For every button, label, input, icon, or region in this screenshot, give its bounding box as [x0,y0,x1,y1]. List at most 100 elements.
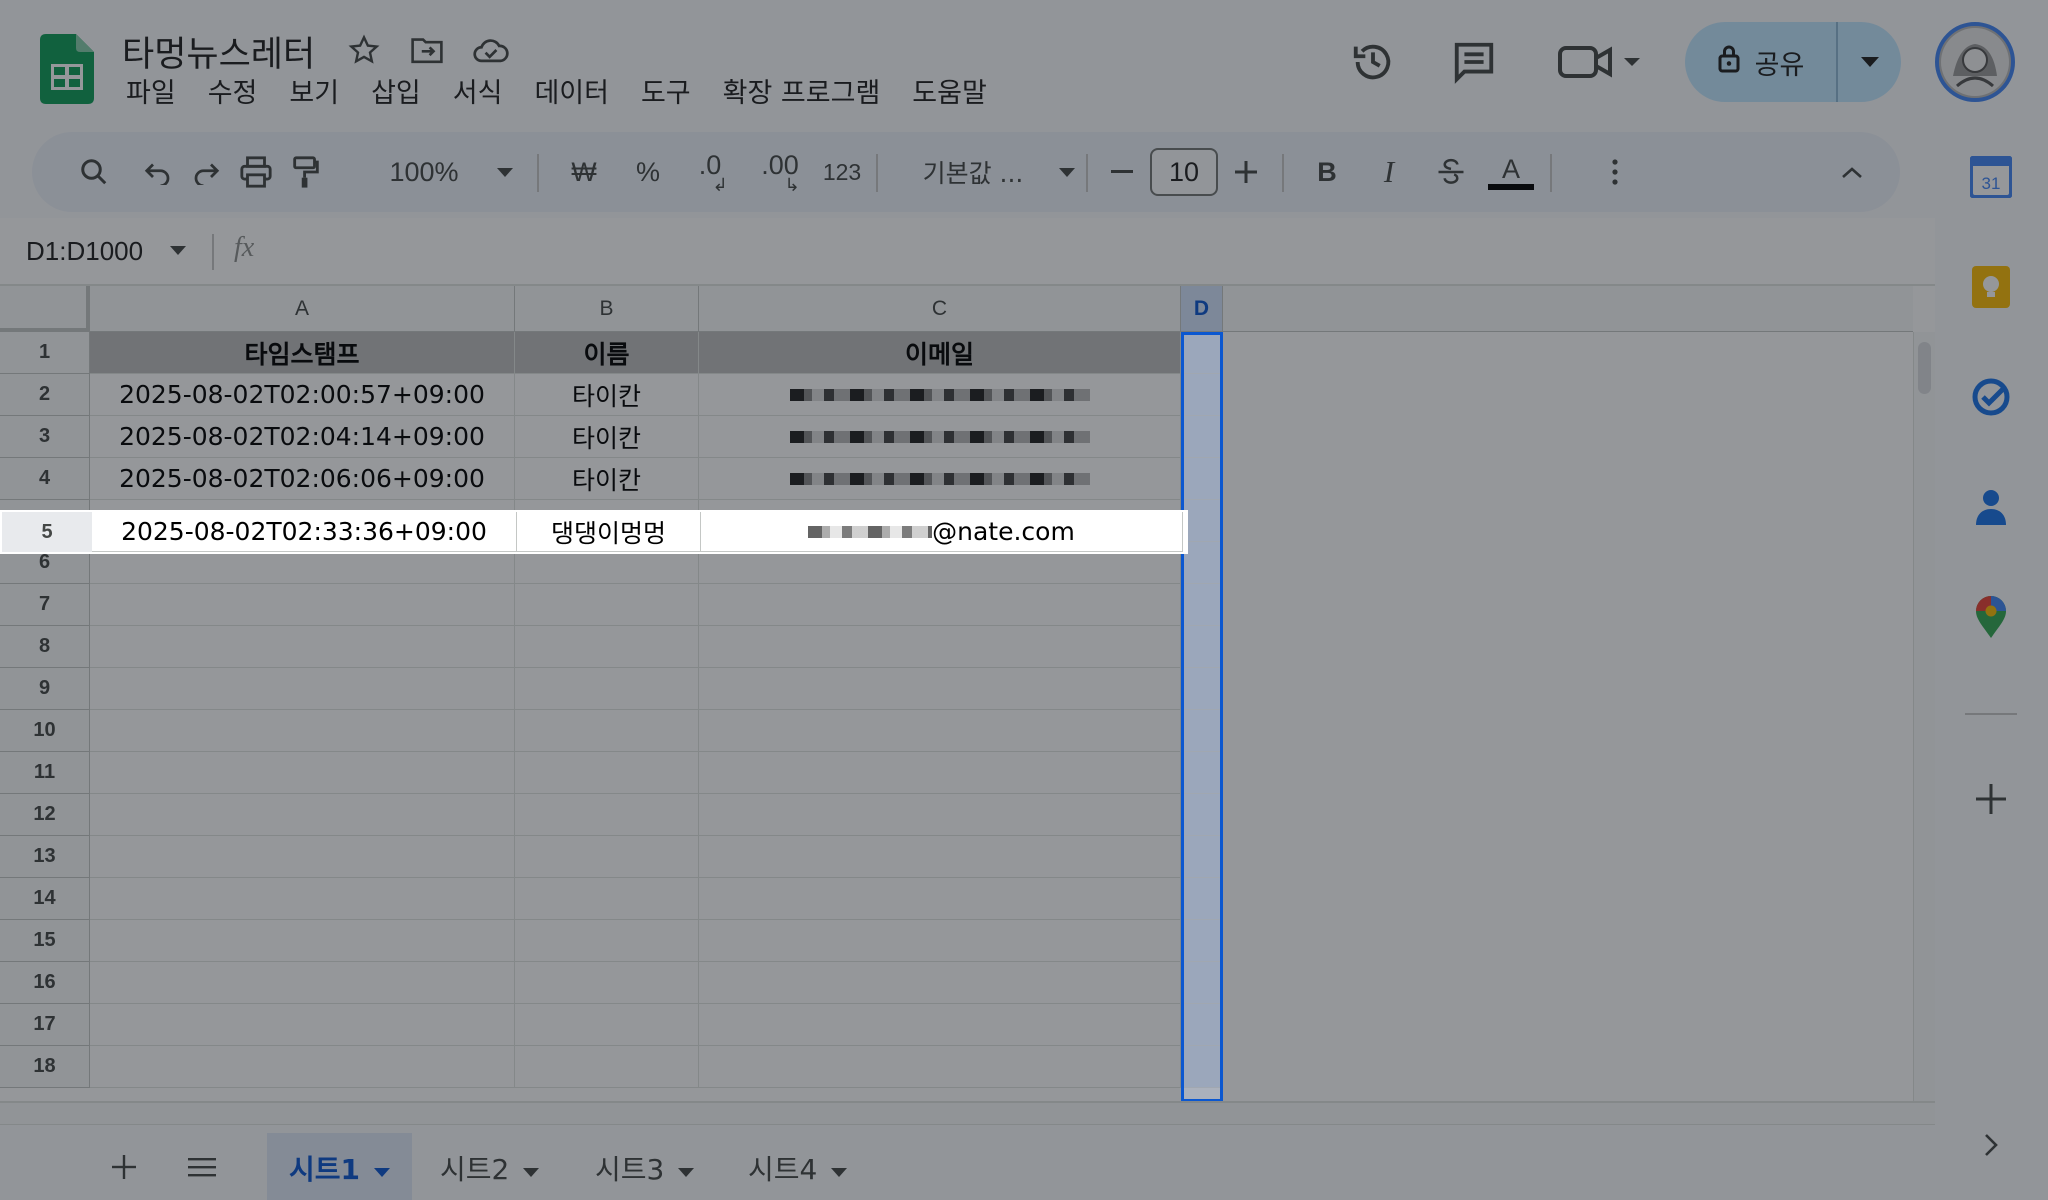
empty-cell[interactable] [90,710,515,752]
menu-tools[interactable]: 도구 [625,74,707,114]
menu-edit[interactable]: 수정 [192,74,274,114]
empty-cell[interactable] [515,584,699,626]
header-cell[interactable]: 이름 [515,332,699,374]
empty-cell[interactable] [90,584,515,626]
add-icon[interactable] [1965,773,2017,825]
menu-extensions[interactable]: 확장 프로그램 [707,74,897,114]
increase-font-size-icon[interactable] [1226,132,1266,212]
font-dropdown-icon[interactable] [1052,132,1082,212]
empty-cell[interactable] [515,878,699,920]
empty-cell[interactable] [90,962,515,1004]
cell-timestamp[interactable]: 2025-08-02T02:00:57+09:00 [90,374,515,416]
share-button[interactable]: 공유 [1685,22,1901,102]
empty-cell[interactable] [699,836,1181,878]
row-header[interactable]: 13 [0,836,90,878]
empty-cell[interactable] [699,962,1181,1004]
menu-help[interactable]: 도움말 [896,74,1003,114]
empty-cell[interactable] [699,710,1181,752]
empty-cell[interactable] [699,626,1181,668]
horizontal-scrollbar[interactable] [0,1103,1935,1125]
print-icon[interactable] [228,132,284,212]
percent-format-button[interactable]: % [620,132,676,212]
cell-timestamp[interactable]: 2025-08-02T02:06:06+09:00 [90,458,515,500]
row-header[interactable]: 2 [0,374,90,416]
row-header[interactable]: 15 [0,920,90,962]
empty-cell[interactable] [699,668,1181,710]
menu-view[interactable]: 보기 [273,74,355,114]
empty-cell[interactable] [515,626,699,668]
menu-format[interactable]: 서식 [437,74,519,114]
calendar-icon[interactable]: 31 [1965,151,2017,203]
keep-icon[interactable] [1965,261,2017,313]
empty-cell[interactable] [90,794,515,836]
sheet-tab-2[interactable]: 시트2 [418,1133,561,1200]
row-header[interactable]: 18 [0,1046,90,1088]
scrollbar-thumb[interactable] [1918,342,1931,394]
tasks-icon[interactable] [1965,371,2017,423]
sheet-tab-dropdown-icon[interactable] [831,1151,848,1184]
row-header[interactable]: 3 [0,416,90,458]
empty-cell[interactable] [699,878,1181,920]
maps-icon[interactable] [1965,591,2017,643]
empty-cell[interactable] [515,1046,699,1088]
empty-cell[interactable] [699,752,1181,794]
empty-cell[interactable] [515,962,699,1004]
redo-icon[interactable] [178,132,234,212]
cell-name[interactable]: 타이칸 [515,458,699,500]
selection-column-d[interactable] [1181,332,1223,1101]
share-dropdown-icon[interactable] [1838,22,1901,102]
empty-cell[interactable] [515,920,699,962]
decrease-font-size-icon[interactable] [1102,132,1142,212]
highlighted-row[interactable]: 5 2025-08-02T02:33:36+09:00 댕댕이멍멍 @nate.… [0,510,1188,554]
contacts-icon[interactable] [1965,481,2017,533]
menu-file[interactable]: 파일 [110,74,192,114]
row-header[interactable]: 14 [0,878,90,920]
font-family-select[interactable]: 기본값 ... [898,132,1048,212]
menu-data[interactable]: 데이터 [518,74,625,114]
comments-icon[interactable] [1446,34,1502,90]
empty-cell[interactable] [90,1046,515,1088]
empty-cell[interactable] [90,668,515,710]
cell-email[interactable] [699,458,1181,500]
vertical-scrollbar[interactable] [1913,332,1935,1101]
meet-icon[interactable] [1555,34,1645,90]
document-title[interactable]: 타멍뉴스레터 [122,26,315,77]
empty-cell[interactable] [515,668,699,710]
cell-email[interactable] [699,374,1181,416]
bold-button[interactable]: B [1302,132,1352,212]
sheet-tab-4[interactable]: 시트4 [726,1133,869,1200]
cell-email[interactable]: @nate.com [701,512,1183,552]
empty-cell[interactable] [90,878,515,920]
font-size-input[interactable]: 10 [1150,148,1218,196]
empty-cell[interactable] [90,752,515,794]
add-sheet-icon[interactable] [104,1147,144,1187]
column-header-c[interactable]: C [699,286,1181,332]
row-header[interactable]: 17 [0,1004,90,1046]
text-color-button[interactable]: A [1484,132,1538,212]
empty-cell[interactable] [699,1046,1181,1088]
collapse-menus-icon[interactable] [1832,132,1872,212]
show-side-panel-icon[interactable] [1965,1119,2017,1171]
empty-cell[interactable] [699,584,1181,626]
sheets-logo-icon[interactable] [40,34,94,104]
row-header[interactable]: 9 [0,668,90,710]
move-folder-icon[interactable] [407,30,447,70]
avatar[interactable] [1935,22,2015,102]
row-header[interactable]: 16 [0,962,90,1004]
search-menus-icon[interactable] [66,132,122,212]
cell-timestamp[interactable]: 2025-08-02T02:33:36+09:00 [92,512,517,552]
zoom-dropdown-icon[interactable] [490,132,520,212]
row-header[interactable]: 1 [0,332,90,374]
empty-cell[interactable] [90,920,515,962]
all-sheets-icon[interactable] [182,1147,222,1187]
row-header[interactable]: 7 [0,584,90,626]
column-header-d[interactable]: D [1181,286,1223,332]
empty-cell[interactable] [90,626,515,668]
zoom-select[interactable]: 100% [384,132,464,212]
sheet-tab-dropdown-icon[interactable] [678,1151,695,1184]
row-number[interactable]: 5 [2,512,92,552]
cell-timestamp[interactable]: 2025-08-02T02:04:14+09:00 [90,416,515,458]
sheet-tab-dropdown-icon[interactable] [374,1151,391,1184]
empty-cell[interactable] [699,920,1181,962]
header-cell[interactable]: 이메일 [699,332,1181,374]
